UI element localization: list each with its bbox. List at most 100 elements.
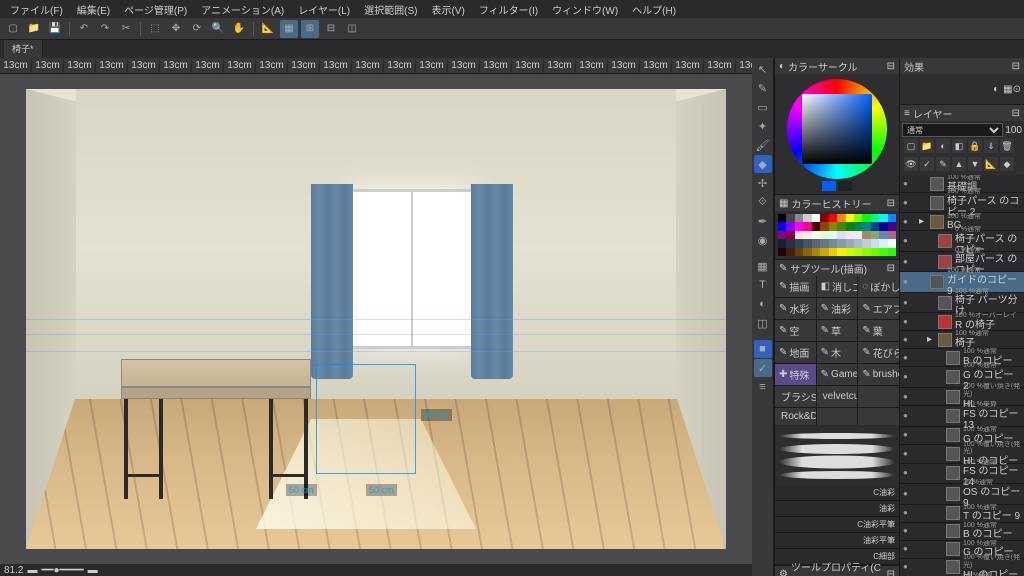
subtool-item[interactable]: velvetcu <box>817 386 858 407</box>
menu-item[interactable]: ヘルプ(H) <box>626 0 682 19</box>
layer-row[interactable]: ●100 %通常T のコピー 9 <box>900 505 1024 523</box>
color-swatch[interactable] <box>778 222 786 230</box>
delete-layer-icon[interactable]: 🗑 <box>1000 139 1014 153</box>
3d-icon[interactable]: ◫ <box>343 20 361 38</box>
color-swatch[interactable] <box>879 214 887 222</box>
color-swatch[interactable] <box>879 239 887 247</box>
color-swatch[interactable] <box>778 248 786 256</box>
tool-airbrush[interactable]: ✢ <box>754 174 772 192</box>
new-layer-icon[interactable]: ▢ <box>904 139 918 153</box>
color-swatch[interactable] <box>820 231 828 239</box>
color-swatch[interactable] <box>803 214 811 222</box>
visibility-icon[interactable]: ● <box>903 317 913 327</box>
effect-icon[interactable]: ◐ <box>993 84 999 95</box>
tool-ink[interactable]: ✒ <box>754 212 772 230</box>
color-swatch[interactable] <box>888 239 896 247</box>
menu-item[interactable]: 編集(E) <box>71 0 116 19</box>
subtool-item[interactable]: ✎花びら <box>858 342 899 363</box>
menu-item[interactable]: ウィンドウ(W) <box>546 0 624 19</box>
new-folder-icon[interactable]: 📁 <box>920 139 934 153</box>
open-icon[interactable]: 📁 <box>25 20 43 38</box>
subtool-item[interactable]: ✎空 <box>775 320 816 341</box>
color-swatch[interactable] <box>778 214 786 222</box>
color-swatch[interactable] <box>829 248 837 256</box>
brush-item[interactable]: C油彩 <box>775 485 899 501</box>
menu-item[interactable]: ファイル(F) <box>4 0 69 19</box>
subtool-item[interactable]: ✎葉 <box>858 320 899 341</box>
color-swatch[interactable] <box>829 214 837 222</box>
visibility-icon[interactable]: ● <box>903 392 913 402</box>
subtool-item[interactable]: ✎エアブラシ <box>858 298 899 319</box>
guide-icon[interactable]: ⊟ <box>322 20 340 38</box>
color-swatch[interactable] <box>837 222 845 230</box>
redo-icon[interactable]: ↷ <box>96 20 114 38</box>
color-swatch[interactable] <box>837 231 845 239</box>
layer-row[interactable]: ●25 %通常OS のコピー 9 <box>900 484 1024 504</box>
tool-3d[interactable]: ◫ <box>754 314 772 332</box>
color-swatch[interactable] <box>879 248 887 256</box>
color-swatch[interactable] <box>786 214 794 222</box>
color-swatch[interactable] <box>837 214 845 222</box>
color-swatch[interactable] <box>812 248 820 256</box>
menu-item[interactable]: ページ管理(P) <box>118 0 193 19</box>
color-swatch[interactable] <box>837 248 845 256</box>
color-swatch[interactable] <box>888 231 896 239</box>
rotate-icon[interactable]: ⟳ <box>188 20 206 38</box>
close-icon[interactable]: ⊟ <box>887 263 895 274</box>
color-swatch[interactable] <box>803 231 811 239</box>
color-swatch[interactable] <box>803 248 811 256</box>
tool-gradient[interactable]: ◐ <box>754 295 772 313</box>
color-swatch[interactable] <box>820 248 828 256</box>
visible-icon[interactable]: 👁 <box>904 157 918 171</box>
layer-row[interactable]: ●▸100 %通常椅子 <box>900 331 1024 349</box>
lock-icon[interactable]: 🔒 <box>968 139 982 153</box>
tool-text[interactable]: T <box>754 276 772 294</box>
color-swatch[interactable] <box>862 239 870 247</box>
visibility-icon[interactable]: ● <box>903 298 913 308</box>
color-swatch[interactable] <box>846 248 854 256</box>
color-swatch[interactable] <box>888 222 896 230</box>
visibility-icon[interactable]: ● <box>903 544 913 554</box>
visibility-icon[interactable]: ● <box>903 277 913 287</box>
subtool-item[interactable]: ✎草 <box>817 320 858 341</box>
visibility-icon[interactable]: ● <box>903 372 913 382</box>
mask-icon[interactable]: ◐ <box>936 139 950 153</box>
color-swatch[interactable] <box>854 239 862 247</box>
color-swatch[interactable] <box>846 239 854 247</box>
ref-icon[interactable]: ✓ <box>920 157 934 171</box>
color-swatch[interactable] <box>786 231 794 239</box>
subtool-item[interactable] <box>858 386 899 407</box>
color-swatch[interactable] <box>812 231 820 239</box>
color-swatch[interactable] <box>795 231 803 239</box>
close-icon[interactable]: ⊟ <box>1012 61 1020 72</box>
color-swatch[interactable] <box>846 231 854 239</box>
subtool-item[interactable]: ✎地面 <box>775 342 816 363</box>
layer-row[interactable]: ●100 %通常椅子パース のコピー 2 <box>900 193 1024 213</box>
layer-row[interactable]: ●100 %通常椅子 パーツ分け <box>900 293 1024 313</box>
color-swatch[interactable] <box>862 231 870 239</box>
tool-layer[interactable]: ≡ <box>754 378 772 396</box>
color-swatch[interactable] <box>854 248 862 256</box>
color-swatch[interactable] <box>786 248 794 256</box>
color-swatch[interactable] <box>879 231 887 239</box>
color-fg[interactable]: ■ <box>754 340 772 358</box>
canvas-viewport[interactable]: 80 cm 50 cm 50 cm <box>0 74 752 564</box>
close-icon[interactable]: ⊟ <box>887 569 895 576</box>
color-swatch[interactable] <box>795 248 803 256</box>
color-swatches[interactable] <box>778 214 896 256</box>
color-swatch[interactable] <box>778 231 786 239</box>
color-swatch[interactable] <box>879 222 887 230</box>
color-swatch[interactable] <box>812 239 820 247</box>
color-swatch[interactable] <box>795 222 803 230</box>
color-swatch[interactable] <box>795 239 803 247</box>
color-label-icon[interactable]: ◆ <box>1000 157 1014 171</box>
color-swatch[interactable] <box>820 214 828 222</box>
menu-item[interactable]: 表示(V) <box>425 0 470 19</box>
visibility-icon[interactable]: ● <box>903 411 913 421</box>
menu-item[interactable]: フィルター(I) <box>473 0 544 19</box>
visibility-icon[interactable]: ● <box>903 217 913 227</box>
color-swatch[interactable] <box>846 214 854 222</box>
color-swatch[interactable] <box>846 222 854 230</box>
move-up-icon[interactable]: ▲ <box>952 157 966 171</box>
menu-item[interactable]: アニメーション(A) <box>195 0 290 19</box>
